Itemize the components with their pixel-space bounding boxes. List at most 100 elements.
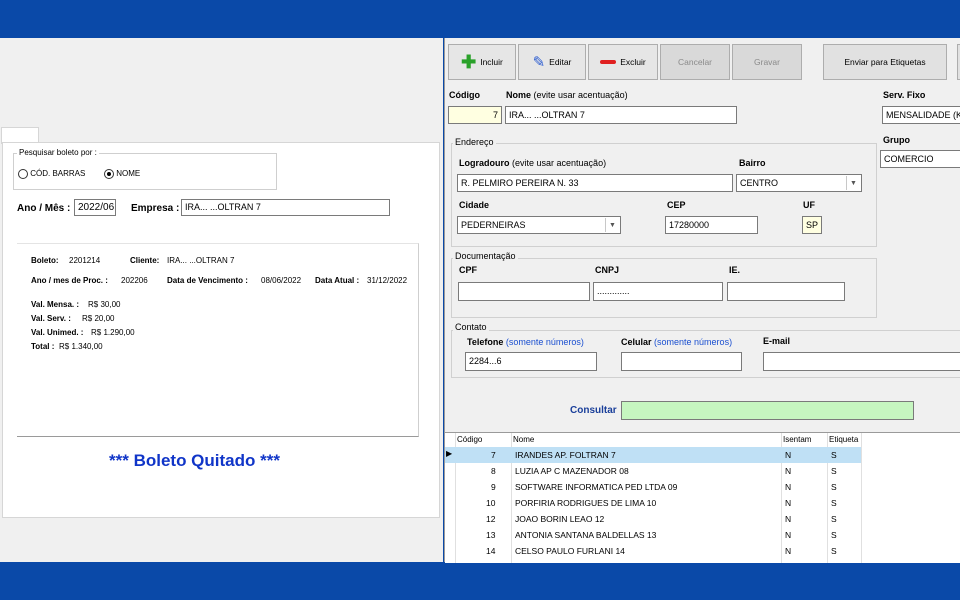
row-isentam: N [785, 498, 792, 508]
telefone-label: Telefone [467, 337, 504, 347]
grupo-label: Grupo [883, 135, 910, 145]
cnpj-input[interactable]: ............. [593, 282, 723, 301]
minus-icon [600, 60, 617, 64]
table-row[interactable]: 12 JOAO BORIN LEAO 12 N S [445, 511, 960, 527]
enviar-etiquetas-button[interactable]: Enviar para Etiquetas [823, 44, 947, 80]
gravar-label: Gravar [754, 57, 780, 67]
uf-input[interactable]: SP [802, 216, 822, 234]
chevron-down-icon[interactable]: ▼ [846, 176, 860, 190]
boleto-label: Boleto: [31, 256, 59, 265]
row-codigo: 10 [486, 498, 496, 508]
cpf-input[interactable] [458, 282, 590, 301]
top-blue-bar [0, 0, 960, 38]
search-type-group: Pesquisar boleto por : CÓD. BARRAS NOME [13, 148, 277, 190]
toolbar: ✚ Incluir ✎ Editar Excluir Cancelar Grav… [445, 38, 960, 88]
celular-input[interactable] [621, 352, 742, 371]
clientes-grid: Código Nome Isentam Etiqueta ▶ 7 IRANDES… [445, 432, 960, 563]
uf-label: UF [803, 200, 815, 210]
nome-input[interactable]: IRA... ...OLTRAN 7 [505, 106, 737, 124]
email-input[interactable] [763, 352, 960, 371]
boleto-panel: Pesquisar boleto por : CÓD. BARRAS NOME … [2, 142, 440, 518]
search-group-label: Pesquisar boleto por : [17, 148, 99, 157]
vencimento-label: Data de Vencimento : [167, 276, 248, 285]
codigo-label: Código [449, 90, 480, 100]
header-nome[interactable]: Nome [513, 435, 534, 444]
enviar-etiquetas-label: Enviar para Etiquetas [844, 57, 926, 67]
data-atual-value: 31/12/2022 [367, 276, 408, 285]
cidade-value: PEDERNEIRAS [461, 220, 526, 230]
table-row[interactable]: ▶ 7 IRANDES AP. FOLTRAN 7 N S [445, 447, 861, 463]
consultar-input[interactable] [621, 401, 914, 420]
codigo-value: 7 [492, 110, 498, 120]
row-isentam: N [785, 466, 792, 476]
table-row[interactable]: 9 SOFTWARE INFORMATICA PED LTDA 09 N S [445, 479, 960, 495]
table-row[interactable]: 8 LUZIA AP C MAZENADOR 08 N S [445, 463, 960, 479]
table-row[interactable]: 14 CELSO PAULO FURLANI 14 N S [445, 543, 960, 559]
excluir-button[interactable]: Excluir [588, 44, 658, 80]
ie-label: IE. [729, 265, 741, 275]
cliente-value: IRA... ...OLTRAN 7 [167, 256, 235, 265]
row-isentam: N [785, 546, 792, 556]
cep-input[interactable]: 17280000 [665, 216, 758, 234]
serv-fixo-select[interactable]: MENSALIDADE (K [882, 106, 960, 124]
nome-hint: (evite usar acentuação) [533, 90, 628, 100]
celular-hint: (somente números) [654, 337, 733, 347]
edit-icon: ✎ [532, 53, 546, 71]
val-unimed-value: R$ 1.290,00 [91, 328, 135, 337]
row-etiqueta: S [831, 498, 837, 508]
contato-legend: Contato [453, 322, 489, 332]
row-nome: JOAO BORIN LEAO 12 [515, 514, 605, 524]
ano-mes-input[interactable]: 2022/06 [74, 199, 116, 216]
row-isentam: N [785, 450, 792, 460]
boleto-window: Pesquisar boleto por : CÓD. BARRAS NOME … [0, 38, 443, 562]
telefone-input[interactable]: 2284...6 [465, 352, 597, 371]
table-row[interactable]: 10 PORFIRIA RODRIGUES DE LIMA 10 N S [445, 495, 960, 511]
radio-barcode-icon[interactable] [18, 169, 28, 179]
ie-input[interactable] [727, 282, 845, 301]
cancelar-button[interactable]: Cancelar [660, 44, 730, 80]
radio-name-label: NOME [116, 169, 141, 179]
telefone-label-group: Telefone (somente números) [467, 337, 584, 347]
grupo-select[interactable]: COMERCIO [880, 150, 960, 168]
logradouro-input[interactable]: R. PELMIRO PEREIRA N. 33 [457, 174, 733, 192]
nome-label-group: Nome (evite usar acentuação) [506, 90, 628, 100]
grid-header: Código Nome Isentam Etiqueta [445, 433, 960, 447]
header-etiqueta[interactable]: Etiqueta [829, 435, 858, 444]
row-etiqueta: S [831, 546, 837, 556]
boleto-value: 2201214 [69, 256, 101, 265]
clientes-window: ✚ Incluir ✎ Editar Excluir Cancelar Grav… [444, 38, 960, 563]
radio-name-icon[interactable] [104, 169, 114, 179]
ano-proc-label: Ano / mes de Proc. : [31, 276, 108, 285]
header-codigo[interactable]: Código [457, 435, 482, 444]
ano-mes-label: Ano / Mês : [17, 203, 71, 214]
cidade-label: Cidade [459, 200, 490, 210]
codigo-input[interactable]: 7 [448, 106, 502, 124]
row-codigo: 12 [486, 514, 496, 524]
cliente-label: Cliente: [130, 256, 160, 265]
row-etiqueta: S [831, 514, 837, 524]
ano-proc-value: 202206 [121, 276, 148, 285]
bairro-label: Bairro [739, 158, 766, 168]
serv-fixo-label: Serv. Fixo [883, 90, 926, 100]
radio-barcode[interactable]: CÓD. BARRAS [18, 169, 85, 179]
endereco-legend: Endereço [453, 137, 496, 147]
radio-name[interactable]: NOME [104, 169, 140, 179]
bairro-select[interactable]: CENTRO ▼ [736, 174, 862, 192]
row-nome: PORFIRIA RODRIGUES DE LIMA 10 [515, 498, 657, 508]
editar-button[interactable]: ✎ Editar [518, 44, 586, 80]
editar-label: Editar [549, 57, 572, 67]
row-etiqueta: S [831, 482, 837, 492]
logradouro-hint: (evite usar acentuação) [512, 158, 607, 168]
bottom-blue-bar [0, 562, 960, 600]
row-codigo: 13 [486, 530, 496, 540]
cidade-select[interactable]: PEDERNEIRAS ▼ [457, 216, 621, 234]
gravar-button[interactable]: Gravar [732, 44, 802, 80]
cpf-label: CPF [459, 265, 477, 275]
incluir-button[interactable]: ✚ Incluir [448, 44, 516, 80]
email-label: E-mail [763, 336, 791, 346]
header-isentam[interactable]: Isentam [783, 435, 811, 444]
chevron-down-icon[interactable]: ▼ [605, 218, 619, 232]
table-row[interactable]: 13 ANTONIA SANTANA BALDELLAS 13 N S [445, 527, 960, 543]
empresa-input[interactable]: IRA... ...OLTRAN 7 [181, 199, 390, 216]
row-nome: LUZIA AP C MAZENADOR 08 [515, 466, 629, 476]
